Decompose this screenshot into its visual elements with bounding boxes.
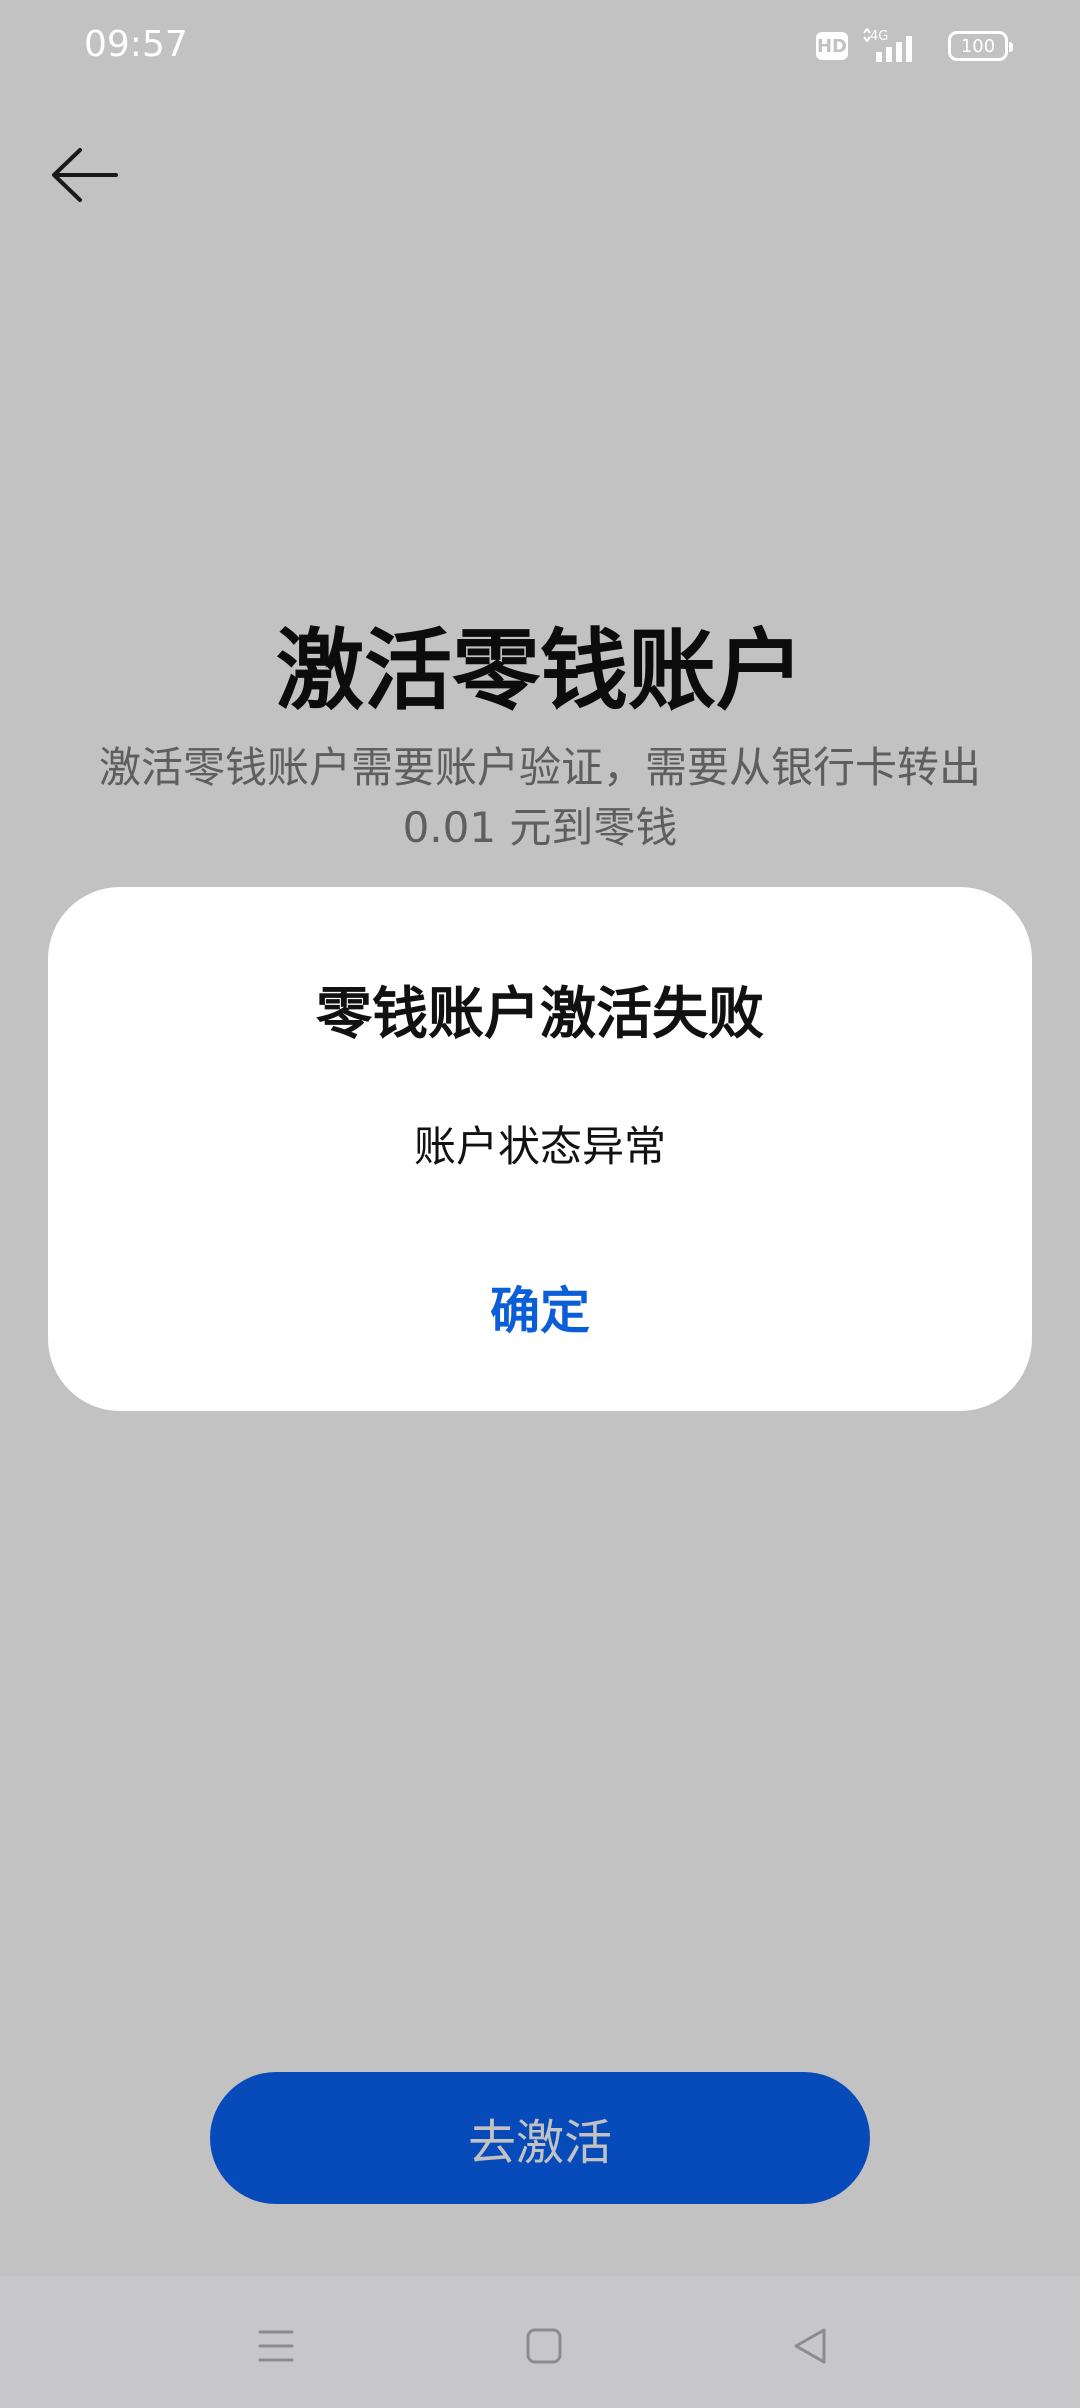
menu-icon [258, 2330, 294, 2362]
nav-back-button[interactable] [770, 2306, 850, 2386]
back-triangle-icon [794, 2328, 826, 2364]
nav-menu-button[interactable] [236, 2306, 316, 2386]
dialog-title: 零钱账户激活失败 [316, 982, 764, 1047]
home-icon [526, 2328, 562, 2364]
confirm-button[interactable]: 确定 [440, 1257, 640, 1357]
hd-icon: HD [816, 32, 848, 60]
navigation-bar [0, 2276, 1080, 2408]
status-time: 09:57 [84, 24, 188, 65]
dialog-message: 账户状态异常 [413, 1122, 666, 1171]
status-bar: 09:57 HD 4G 100 [0, 0, 1080, 96]
battery-icon: 100 [948, 31, 1013, 61]
nav-home-button[interactable] [504, 2306, 584, 2386]
signal-4g-icon: 4G [863, 28, 912, 62]
status-icons: HD 4G 100 [816, 28, 1013, 64]
error-dialog: 零钱账户激活失败 账户状态异常 确定 [48, 887, 1032, 1411]
svg-text:4G: 4G [870, 29, 888, 44]
